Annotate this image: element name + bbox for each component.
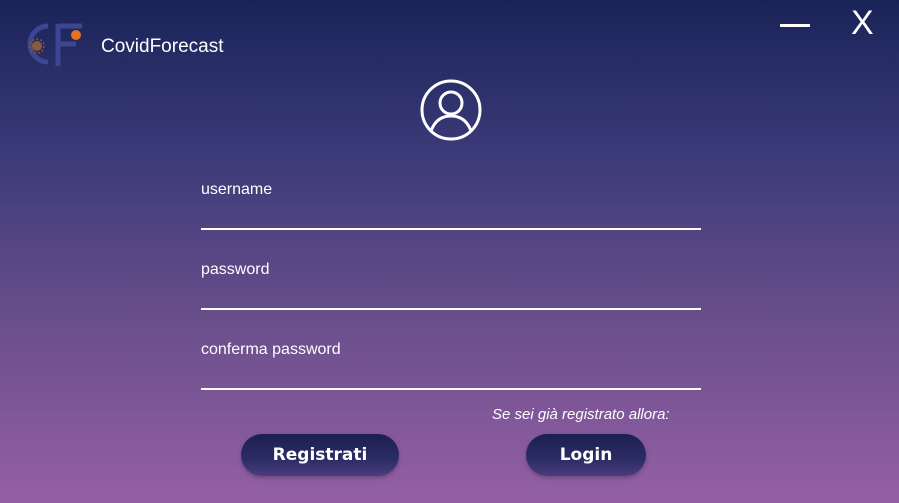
password-label: password: [201, 261, 270, 278]
confirm-password-input[interactable]: [201, 364, 701, 390]
minimize-icon: [780, 24, 810, 27]
login-button[interactable]: Login: [526, 434, 646, 476]
minimize-button[interactable]: [780, 10, 812, 40]
password-input[interactable]: [201, 284, 701, 310]
covid-forecast-logo-icon: [27, 23, 82, 66]
confirm-password-label: conferma password: [201, 341, 341, 358]
close-button[interactable]: X: [851, 4, 874, 42]
user-avatar-icon: [420, 79, 482, 141]
register-button[interactable]: Registrati: [241, 434, 399, 476]
username-label: username: [201, 181, 273, 198]
app-logo: [18, 18, 90, 70]
username-input[interactable]: [201, 204, 701, 230]
app-title: CovidForecast: [101, 36, 224, 57]
already-registered-hint: Se sei già registrato allora:: [492, 406, 670, 423]
